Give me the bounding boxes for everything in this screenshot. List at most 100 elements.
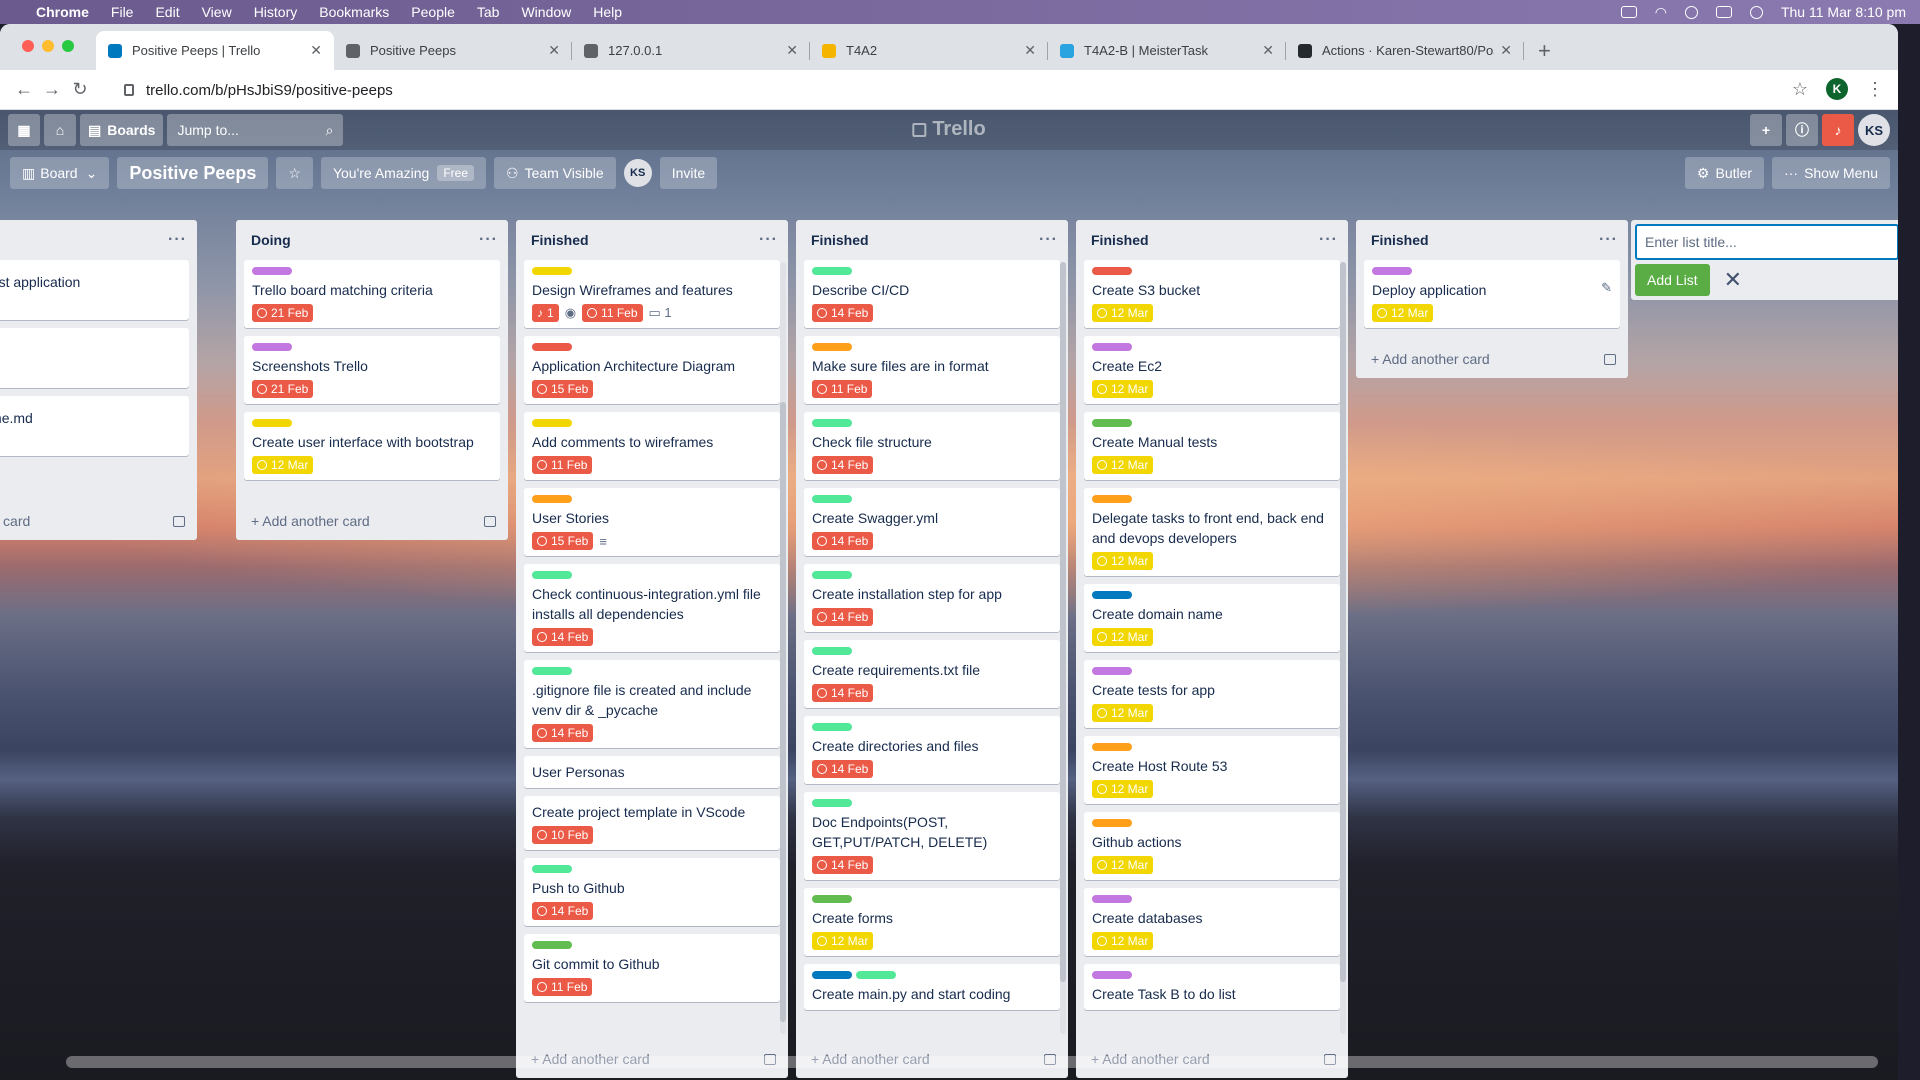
card-label[interactable] [856, 971, 896, 979]
card-label[interactable] [812, 419, 852, 427]
trello-logo[interactable]: Trello [912, 118, 986, 141]
due-date-badge[interactable]: 11 Feb [532, 456, 593, 474]
due-date-badge[interactable]: 12 Mar [812, 932, 874, 950]
list-menu-icon[interactable]: ··· [1319, 231, 1338, 249]
due-date-badge[interactable]: 15 Feb [532, 532, 594, 550]
card[interactable]: Create project template in VScode 10 Feb [524, 796, 780, 850]
card-label[interactable] [252, 419, 292, 427]
card[interactable]: Github actions 12 Mar [1084, 812, 1340, 880]
card[interactable]: Create installation step for app 14 Feb [804, 564, 1060, 632]
bookmark-star-icon[interactable]: ☆ [1792, 79, 1808, 100]
list-header[interactable]: Finished ··· [1076, 220, 1348, 260]
member-avatar[interactable]: KS [1858, 114, 1890, 146]
due-date-badge[interactable]: 11 Feb [812, 380, 873, 398]
menu-help[interactable]: Help [593, 4, 622, 20]
menubar-clock[interactable]: Thu 11 Mar 8:10 pm [1781, 4, 1906, 20]
boards-button[interactable]: ▤ Boards [80, 114, 164, 146]
list-scroll-thumb[interactable] [1060, 262, 1066, 982]
due-date-badge[interactable]: 12 Mar [1092, 932, 1154, 950]
card[interactable]: Trello board matching criteria 21 Feb [244, 260, 500, 328]
card[interactable]: Doc Endpoints(POST, GET,PUT/PATCH, DELET… [804, 792, 1060, 880]
add-card-button[interactable]: + Add another card [1356, 340, 1628, 378]
due-date-badge[interactable]: 14 Feb [812, 760, 874, 778]
card[interactable]: Design Wireframes and features ♪ 1 ◉ 11 Feb ▭… [524, 260, 780, 328]
card-label[interactable] [1372, 267, 1412, 275]
due-date-badge[interactable]: 12 Mar [1092, 704, 1154, 722]
card[interactable]: Push to Github 14 Feb [524, 858, 780, 926]
list-scrollbar[interactable] [780, 262, 786, 1034]
visibility-button[interactable]: ⚇ Team Visible [494, 157, 616, 189]
card-label[interactable] [812, 647, 852, 655]
battery-icon[interactable] [1620, 6, 1637, 18]
card-label[interactable] [532, 267, 572, 275]
minimize-window-button[interactable] [42, 40, 54, 52]
card-label[interactable] [812, 571, 852, 579]
list-header[interactable]: Finished ··· [1356, 220, 1628, 260]
siri-icon[interactable] [1749, 5, 1763, 19]
list-header[interactable]: Finished ··· [516, 220, 788, 260]
list-menu-icon[interactable]: ··· [1599, 231, 1618, 249]
board-horizontal-scrollbar[interactable] [66, 1056, 1878, 1068]
card[interactable]: Create Swagger.yml 14 Feb [804, 488, 1060, 556]
reload-icon[interactable]: ↻ [66, 79, 94, 100]
card[interactable]: Create forms 12 Mar [804, 888, 1060, 956]
list-menu-icon[interactable]: ··· [168, 231, 187, 249]
card[interactable]: Create domain name 12 Mar [1084, 584, 1340, 652]
control-center-icon[interactable] [1715, 6, 1732, 18]
list-scroll-thumb[interactable] [780, 402, 786, 1022]
star-board-icon[interactable]: ☆ [276, 157, 313, 189]
create-plus-icon[interactable]: + [1750, 114, 1782, 146]
due-date-badge[interactable]: 14 Feb [532, 628, 594, 646]
board-view-switcher[interactable]: ▥ Board ⌄ [10, 157, 110, 189]
card[interactable]: Create Ec2 12 Mar [1084, 336, 1340, 404]
list-menu-icon[interactable]: ··· [479, 231, 498, 249]
card[interactable]: Create Manual tests 12 Mar [1084, 412, 1340, 480]
card-label[interactable] [812, 971, 852, 979]
add-card-button[interactable]: d another card [0, 502, 197, 540]
browser-tab[interactable]: Positive Peeps | Trello ✕ [96, 31, 334, 70]
due-date-badge[interactable]: 14 Feb [812, 532, 874, 550]
menu-history[interactable]: History [254, 4, 298, 20]
tab-close-icon[interactable]: ✕ [1500, 42, 1512, 59]
board-member-avatar[interactable]: KS [623, 159, 652, 187]
card-label[interactable] [532, 495, 572, 503]
tab-close-icon[interactable]: ✕ [548, 42, 560, 59]
card-label[interactable] [1092, 267, 1132, 275]
due-date-badge[interactable]: 12 Mar [1092, 380, 1154, 398]
profile-avatar[interactable]: K [1826, 78, 1848, 100]
card-label[interactable] [1092, 667, 1132, 675]
card-label[interactable] [1092, 591, 1132, 599]
list-scrollbar[interactable] [1060, 262, 1066, 1034]
list-menu-icon[interactable]: ··· [759, 231, 778, 249]
team-button[interactable]: You're Amazing Free [320, 157, 486, 189]
tab-close-icon[interactable]: ✕ [1024, 42, 1036, 59]
apps-grid-icon[interactable]: ▦ [8, 114, 40, 146]
card-template-icon[interactable] [484, 515, 496, 527]
home-icon[interactable]: ⌂ [44, 114, 76, 146]
tab-close-icon[interactable]: ✕ [1262, 42, 1274, 59]
list-header[interactable]: Finished ··· [796, 220, 1068, 260]
list-scrollbar[interactable] [1340, 262, 1346, 1034]
card[interactable]: ✎ Deploy application 12 Mar [1364, 260, 1620, 328]
add-card-button[interactable]: + Add another card [236, 502, 508, 540]
card-label[interactable] [532, 419, 572, 427]
list-title[interactable]: Doing [251, 232, 291, 248]
due-date-badge[interactable]: 21 Feb [252, 304, 314, 322]
card[interactable]: Create Host Route 53 12 Mar [1084, 736, 1340, 804]
card[interactable]: Create directories and files 14 Feb [804, 716, 1060, 784]
card[interactable]: Create tests for app 12 Mar [1084, 660, 1340, 728]
due-date-badge[interactable]: 11 Feb [582, 304, 643, 322]
card-label[interactable] [1092, 819, 1132, 827]
address-bar[interactable]: trello.com/b/pHsJbiS9/positive-peeps [110, 75, 1830, 105]
menu-app-name[interactable]: Chrome [36, 4, 89, 20]
due-date-badge[interactable]: 12 Mar [1092, 780, 1154, 798]
menu-file[interactable]: File [111, 4, 134, 20]
list-header[interactable]: Doing ··· [236, 220, 508, 260]
due-date-badge[interactable]: 14 Feb [812, 856, 874, 874]
card-label[interactable] [1092, 971, 1132, 979]
due-date-badge[interactable]: 14 Feb [812, 456, 874, 474]
card-label[interactable] [812, 723, 852, 731]
menu-people[interactable]: People [411, 4, 455, 20]
card[interactable]: Check file structure 14 Feb [804, 412, 1060, 480]
card-template-icon[interactable] [1604, 353, 1616, 365]
